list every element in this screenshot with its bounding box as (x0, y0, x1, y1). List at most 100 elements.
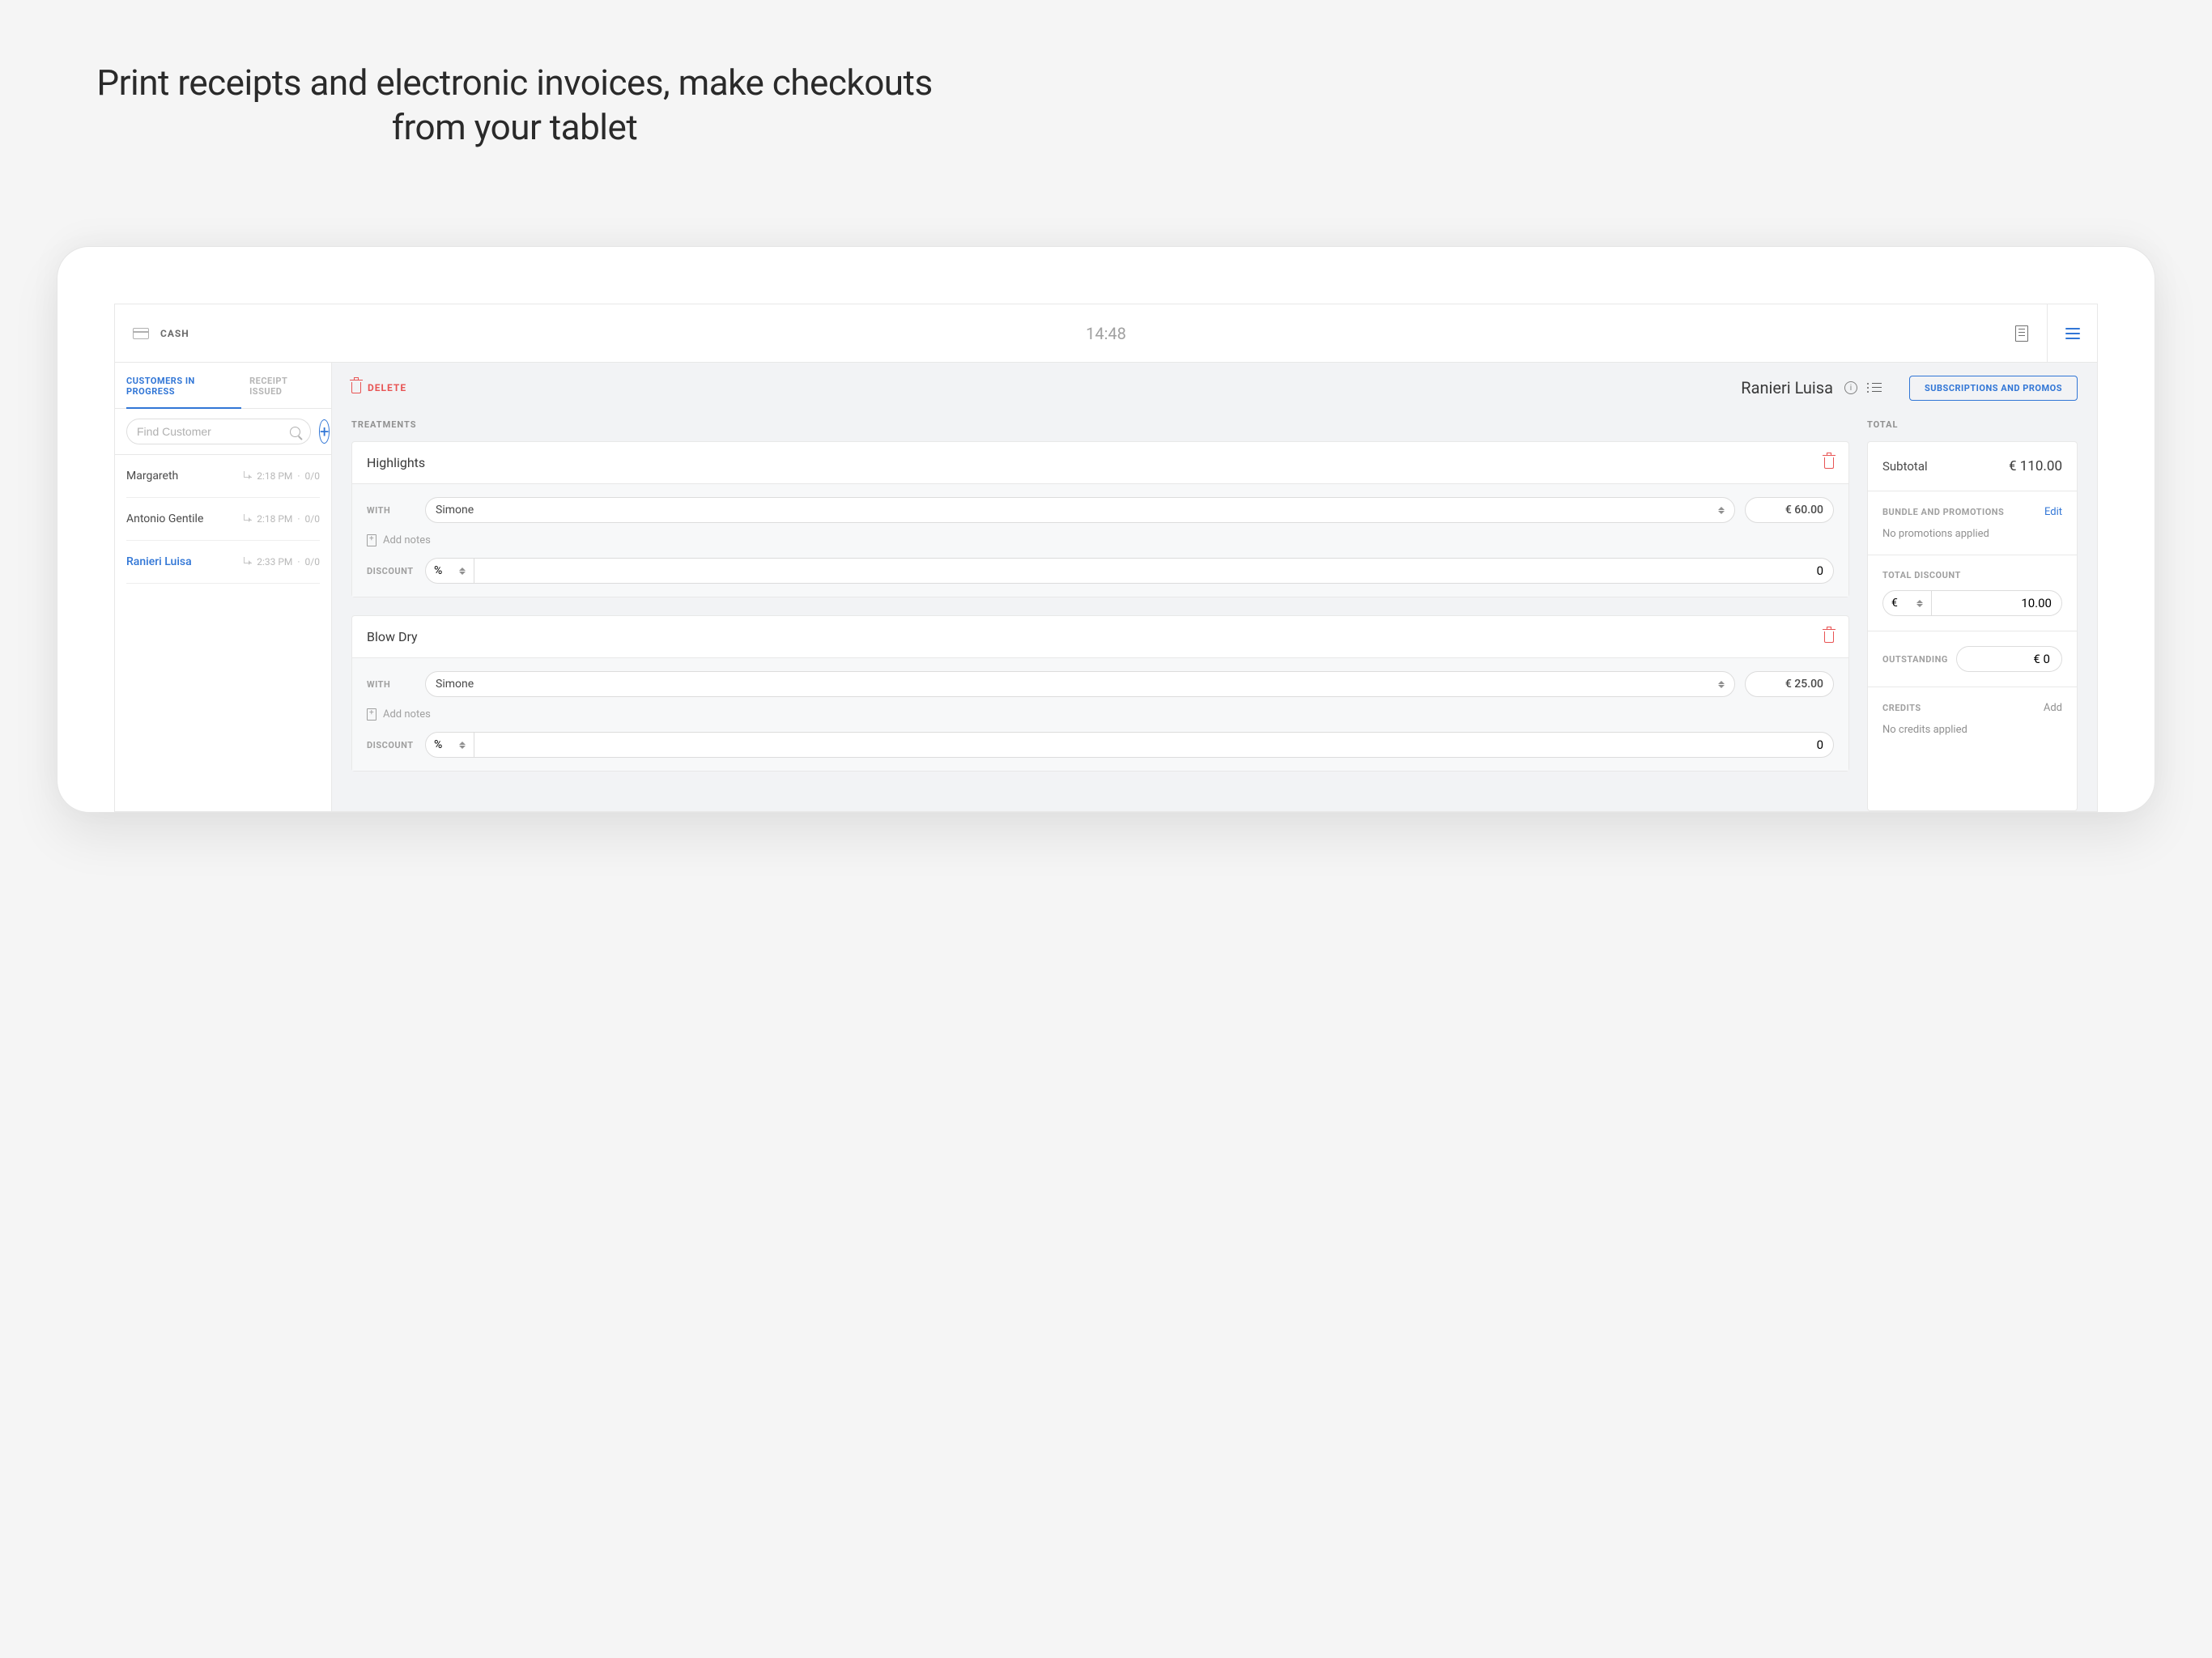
outstanding-label: OUTSTANDING (1882, 654, 1948, 665)
tablet-frame: CASH 14:48 CUSTOMERS IN PROGRESS RECEIPT… (57, 246, 2155, 813)
discount-value-input[interactable]: 0 (474, 559, 1833, 583)
top-bar: CASH 14:48 (115, 304, 2097, 363)
discount-input-group: % 0 (425, 732, 1834, 758)
staff-select[interactable]: Simone (425, 497, 1735, 523)
receipt-history-button[interactable] (1997, 304, 2047, 362)
discount-type-select[interactable]: % (426, 733, 474, 757)
total-discount-value-input[interactable]: 10.00 (1932, 591, 2061, 615)
price-input[interactable]: € 25.00 (1745, 671, 1834, 697)
stepper-icon (459, 564, 466, 578)
outstanding-section: OUTSTANDING € 0 (1868, 631, 2077, 687)
sidebar: CUSTOMERS IN PROGRESS RECEIPT ISSUED + M… (115, 363, 332, 811)
total-discount-label: TOTAL DISCOUNT (1882, 570, 2062, 580)
stepper-icon (1718, 678, 1725, 691)
add-credits-button[interactable]: Add (2044, 702, 2062, 714)
delete-button[interactable]: DELETE (351, 382, 406, 393)
main-body: TREATMENTS Highlights WITH (332, 413, 2097, 811)
staff-select[interactable]: Simone (425, 671, 1735, 697)
currency-value: € (1891, 597, 1898, 610)
search-input[interactable] (137, 425, 283, 438)
subtotal-value: € 110.00 (2009, 458, 2062, 474)
customer-meta: 2:33 PM · 0/0 (244, 556, 320, 568)
bundle-section: BUNDLE AND PROMOTIONS Edit No promotions… (1868, 491, 2077, 555)
treatment-name: Highlights (367, 455, 425, 470)
customer-name: Margareth (126, 470, 178, 483)
trash-icon (351, 382, 361, 393)
bundle-text: No promotions applied (1882, 528, 2062, 540)
menu-button[interactable] (2047, 304, 2097, 362)
treatment-card: Blow Dry WITH Simone (351, 615, 1849, 772)
customer-count: 0/0 (305, 470, 320, 482)
total-label: TOTAL (1867, 413, 2078, 441)
price-input[interactable]: € 60.00 (1745, 497, 1834, 523)
subscriptions-promos-button[interactable]: SUBSCRIPTIONS AND PROMOS (1909, 376, 2078, 401)
card-icon (133, 328, 149, 339)
dot-sep: · (297, 513, 300, 525)
subtotal-row: Subtotal € 110.00 (1868, 442, 2077, 491)
totals-column: TOTAL Subtotal € 110.00 BUNDLE AND PROMO… (1867, 413, 2078, 811)
notes-icon (367, 534, 376, 546)
customer-item[interactable]: Antonio Gentile 2:18 PM · 0/0 (126, 498, 320, 541)
add-notes-button[interactable]: Add notes (367, 708, 1834, 721)
hero-title: Print receipts and electronic invoices, … (0, 0, 1029, 150)
customer-item[interactable]: Margareth 2:18 PM · 0/0 (126, 455, 320, 498)
add-notes-button[interactable]: Add notes (367, 534, 1834, 546)
credits-label: CREDITS (1882, 703, 1921, 713)
delete-treatment-button[interactable] (1824, 457, 1834, 469)
credits-section: CREDITS Add No credits applied (1868, 687, 2077, 750)
discount-type-value: % (434, 564, 442, 577)
main-header: DELETE Ranieri Luisa i SUBSCRIPTIONS AND… (332, 363, 2097, 413)
staff-value: Simone (436, 504, 474, 517)
info-icon[interactable]: i (1844, 381, 1857, 394)
customer-meta: 2:18 PM · 0/0 (244, 470, 320, 482)
treatment-name: Blow Dry (367, 629, 418, 644)
outstanding-value-input[interactable]: € 0 (1956, 646, 2062, 672)
subtotal-label: Subtotal (1882, 459, 1928, 474)
search-field[interactable] (126, 419, 311, 444)
notes-label: Add notes (383, 534, 431, 546)
delete-treatment-button[interactable] (1824, 631, 1834, 643)
section-title: CASH (160, 328, 189, 339)
customer-time: 2:33 PM (257, 556, 292, 568)
receipt-icon (2015, 325, 2028, 342)
treatment-card: Highlights WITH Simone (351, 441, 1849, 597)
stepper-icon (1916, 597, 1923, 610)
discount-value-input[interactable]: 0 (474, 733, 1833, 757)
customer-item[interactable]: Ranieri Luisa 2:33 PM · 0/0 (126, 541, 320, 584)
treatments-label: TREATMENTS (351, 413, 1849, 441)
total-discount-currency-select[interactable]: € (1883, 591, 1932, 615)
discount-type-select[interactable]: % (426, 559, 474, 583)
customer-time: 2:18 PM (257, 470, 292, 482)
enter-icon (244, 557, 252, 563)
tab-customers-in-progress[interactable]: CUSTOMERS IN PROGRESS (126, 363, 241, 408)
enter-icon (244, 514, 252, 521)
search-icon (290, 427, 300, 437)
main: DELETE Ranieri Luisa i SUBSCRIPTIONS AND… (332, 363, 2097, 811)
selected-customer-name: Ranieri Luisa (1741, 378, 1833, 397)
edit-promotions-button[interactable]: Edit (2044, 506, 2062, 518)
total-discount-input-group: € 10.00 (1882, 590, 2062, 616)
customer-name: Antonio Gentile (126, 512, 203, 525)
customer-name: Ranieri Luisa (126, 555, 192, 568)
notes-icon (367, 708, 376, 721)
add-customer-button[interactable]: + (319, 419, 330, 444)
list-icon[interactable] (1869, 383, 1882, 393)
customer-list: Margareth 2:18 PM · 0/0 Antonio Gentile … (115, 455, 331, 811)
hamburger-icon (2065, 328, 2080, 339)
dot-sep: · (297, 556, 300, 568)
content: CUSTOMERS IN PROGRESS RECEIPT ISSUED + M… (115, 363, 2097, 811)
stepper-icon (1718, 504, 1725, 517)
stepper-icon (459, 738, 466, 752)
customer-count: 0/0 (305, 556, 320, 568)
treatments-column: TREATMENTS Highlights WITH (351, 413, 1849, 811)
sidebar-tabs: CUSTOMERS IN PROGRESS RECEIPT ISSUED (115, 363, 331, 409)
credits-text: No credits applied (1882, 724, 2062, 736)
discount-label: DISCOUNT (367, 566, 415, 576)
staff-value: Simone (436, 678, 474, 691)
customer-time: 2:18 PM (257, 513, 292, 525)
total-discount-section: TOTAL DISCOUNT € 10.00 (1868, 555, 2077, 631)
discount-input-group: % 0 (425, 558, 1834, 584)
tab-receipt-issued[interactable]: RECEIPT ISSUED (249, 363, 320, 408)
top-bar-left: CASH (115, 328, 189, 339)
bundle-label: BUNDLE AND PROMOTIONS (1882, 507, 2004, 517)
